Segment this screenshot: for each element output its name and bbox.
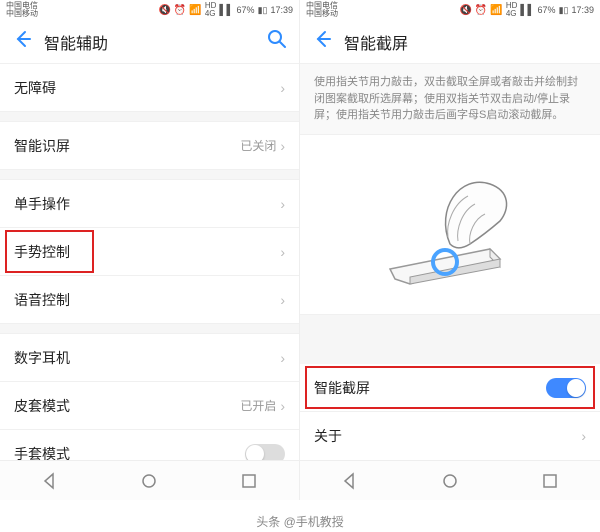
page-title: 智能辅助 xyxy=(44,30,267,54)
row-smart-recognition[interactable]: 智能识屏 已关闭 › xyxy=(0,122,299,170)
nav-back-button[interactable] xyxy=(41,472,59,490)
settings-list: 无障碍 › 智能识屏 已关闭 › 单手操作 › 手势控制 › 语音控制 › xyxy=(0,64,299,460)
battery-icon: ▮▯ xyxy=(559,5,569,16)
feature-description: 使用指关节用力敲击，双击截取全屏或者敲击并绘制封闭图案截取所选屏幕；使用双指关节… xyxy=(300,64,600,135)
navigation-bar xyxy=(0,460,299,500)
chevron-right-icon: › xyxy=(280,244,285,260)
chevron-right-icon: › xyxy=(280,292,285,308)
alarm-icon: ⏰ xyxy=(475,5,487,16)
nav-recent-button[interactable] xyxy=(541,472,559,490)
nav-back-button[interactable] xyxy=(341,472,359,490)
attribution-text: 头条 @手机教授 xyxy=(0,513,600,530)
back-button[interactable] xyxy=(12,29,32,54)
row-voice-control[interactable]: 语音控制 › xyxy=(0,276,299,324)
status-bar: 中国电信中国移动 🔇 ⏰ 📶 HD4G ▌▌ 67% ▮▯ 17:39 xyxy=(0,0,299,20)
row-about[interactable]: 关于 › xyxy=(300,412,600,460)
row-smart-screenshot-toggle[interactable]: 智能截屏 xyxy=(300,364,600,412)
settings-screen-smart-assist: 中国电信中国移动 🔇 ⏰ 📶 HD4G ▌▌ 67% ▮▯ 17:39 智能辅助 xyxy=(0,0,300,500)
chevron-right-icon: › xyxy=(581,428,586,444)
header: 智能辅助 xyxy=(0,20,299,64)
battery-icon: ▮▯ xyxy=(258,5,268,16)
back-arrow-icon xyxy=(12,29,32,49)
chevron-right-icon: › xyxy=(280,138,285,154)
row-one-hand[interactable]: 单手操作 › xyxy=(0,180,299,228)
navigation-bar xyxy=(300,460,600,500)
status-bar: 中国电信中国移动 🔇 ⏰ 📶 HD4G ▌▌ 67% ▮▯ 17:39 xyxy=(300,0,600,20)
nav-home-button[interactable] xyxy=(441,472,459,490)
chevron-right-icon: › xyxy=(280,350,285,366)
mute-icon: 🔇 xyxy=(158,5,170,16)
wifi-icon: 📶 xyxy=(490,5,502,16)
row-gesture-control[interactable]: 手势控制 › xyxy=(0,228,299,276)
settings-screen-smart-screenshot: 中国电信中国移动 🔇 ⏰ 📶 HD4G ▌▌ 67% ▮▯ 17:39 智能截屏… xyxy=(300,0,600,500)
row-digital-headset[interactable]: 数字耳机 › xyxy=(0,334,299,382)
mute-icon: 🔇 xyxy=(459,5,471,16)
wifi-icon: 📶 xyxy=(189,5,201,16)
chevron-right-icon: › xyxy=(280,80,285,96)
glove-toggle[interactable] xyxy=(245,444,285,461)
page-title: 智能截屏 xyxy=(344,30,588,54)
chevron-right-icon: › xyxy=(280,398,285,414)
search-button[interactable] xyxy=(267,29,287,54)
back-button[interactable] xyxy=(312,29,332,54)
row-holster-mode[interactable]: 皮套模式 已开启 › xyxy=(0,382,299,430)
header: 智能截屏 xyxy=(300,20,600,64)
row-accessibility[interactable]: 无障碍 › xyxy=(0,64,299,112)
row-glove-mode[interactable]: 手套模式 xyxy=(0,430,299,460)
smart-screenshot-toggle[interactable] xyxy=(546,378,586,398)
chevron-right-icon: › xyxy=(280,196,285,212)
nav-recent-button[interactable] xyxy=(240,472,258,490)
search-icon xyxy=(267,29,287,49)
knuckle-tap-illustration xyxy=(300,135,600,315)
back-arrow-icon xyxy=(312,29,332,49)
nav-home-button[interactable] xyxy=(140,472,158,490)
alarm-icon: ⏰ xyxy=(174,5,186,16)
